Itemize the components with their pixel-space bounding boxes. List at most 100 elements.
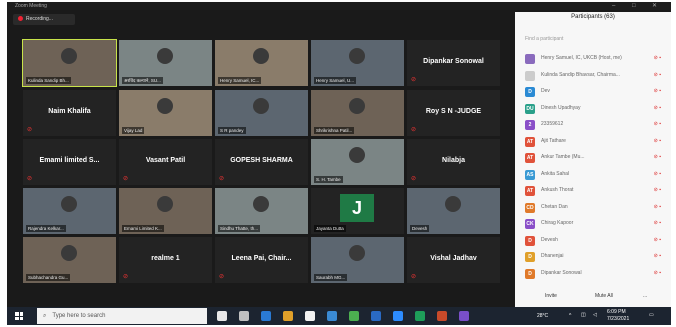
muted-mic-icon[interactable]: ⊘ ▪	[654, 187, 661, 193]
participant-row[interactable]: AT Ajit Tathare ⊘ ▪	[521, 135, 669, 149]
file-explorer-icon[interactable]	[283, 311, 293, 321]
participant-row[interactable]: Henry Samuel, IC, UKCB (Host, me) ⊘ ▪	[521, 52, 669, 66]
participant-name: Roy S N -JUDGE	[425, 108, 482, 115]
participant-row[interactable]: CK Chirag Kapoor ⊘ ▪	[521, 217, 669, 231]
muted-mic-icon[interactable]: ⊘ ▪	[654, 55, 661, 61]
video-tile[interactable]: J Jayanta Dutta	[311, 188, 404, 234]
video-tile[interactable]: Vijay Lad	[119, 90, 212, 136]
taskbar-search-input[interactable]: ⌕ Type here to search	[37, 308, 207, 324]
participant-row-name: 23359612	[541, 121, 564, 127]
notifications-icon[interactable]: ▭	[649, 312, 654, 318]
muted-mic-icon[interactable]: ⊘ ▪	[654, 270, 661, 276]
video-tile[interactable]: Dipankar Sonowal ⊘	[407, 40, 500, 86]
mail-icon[interactable]	[327, 311, 337, 321]
participant-caption: Shrikrishna Patil...	[314, 127, 355, 134]
muted-mic-icon[interactable]: ⊘ ▪	[654, 220, 661, 226]
clock-date[interactable]: 7/23/2021	[607, 316, 629, 322]
widgets-icon[interactable]	[239, 311, 249, 321]
participant-search-input[interactable]: Find a participant	[525, 36, 645, 45]
excel-icon[interactable]	[415, 311, 425, 321]
chrome-icon[interactable]	[349, 311, 359, 321]
muted-mic-icon[interactable]: ⊘ ▪	[654, 72, 661, 78]
muted-mic-icon[interactable]: ⊘ ▪	[654, 154, 661, 160]
participant-row[interactable]: AT Ankur Tambe (Mu... ⊘ ▪	[521, 151, 669, 165]
muted-mic-icon: ⊘	[123, 176, 129, 182]
volume-icon[interactable]: ◁	[593, 312, 597, 318]
clock-time[interactable]: 6:09 PM	[607, 309, 626, 315]
participant-row[interactable]: D Dhanenjai ⊘ ▪	[521, 250, 669, 264]
participant-row[interactable]: DU Dinesh Upadhyay ⊘ ▪	[521, 102, 669, 116]
video-tile[interactable]: Henry Samuel, IC...	[215, 40, 308, 86]
video-tile[interactable]: Vishal Jadhav ⊘	[407, 237, 500, 283]
participant-avatar: AS	[525, 169, 535, 180]
close-button[interactable]: ✕	[652, 2, 657, 10]
video-tile[interactable]: Roy S N -JUDGE ⊘	[407, 90, 500, 136]
muted-mic-icon[interactable]: ⊘ ▪	[654, 253, 661, 259]
more-button[interactable]: ...	[643, 293, 647, 299]
muted-mic-icon[interactable]: ⊘ ▪	[654, 121, 661, 127]
muted-mic-icon[interactable]: ⊘ ▪	[654, 171, 661, 177]
mute-all-button[interactable]: Mute All	[595, 293, 613, 299]
participants-footer: Invite Mute All ...	[515, 293, 671, 303]
video-tile[interactable]: Henry Samuel, U...	[311, 40, 404, 86]
muted-mic-icon[interactable]: ⊘ ▪	[654, 138, 661, 144]
participant-video	[349, 245, 365, 261]
participant-avatar	[525, 54, 535, 64]
video-tile[interactable]: GOPESH SHARMA ⊘	[215, 139, 308, 185]
teams-icon[interactable]	[459, 311, 469, 321]
video-tile[interactable]: Nilabja ⊘	[407, 139, 500, 185]
participant-row[interactable]: AT Ankush Thorat ⊘ ▪	[521, 184, 669, 198]
muted-mic-icon[interactable]: ⊘ ▪	[654, 105, 661, 111]
windows-start-icon[interactable]	[15, 312, 23, 320]
store-icon[interactable]	[305, 311, 315, 321]
participant-row[interactable]: D Devesh ⊘ ▪	[521, 234, 669, 248]
participant-row-name: Dipankar Sonowal	[541, 269, 582, 276]
invite-button[interactable]: Invite	[545, 293, 557, 299]
video-tile[interactable]: S. H. Tambe	[311, 139, 404, 185]
participant-row[interactable]: CD Chetan Dan ⊘ ▪	[521, 201, 669, 215]
muted-mic-icon[interactable]: ⊘ ▪	[654, 237, 661, 243]
video-tile[interactable]: Devesh	[407, 188, 500, 234]
muted-mic-icon[interactable]: ⊘ ▪	[654, 88, 661, 94]
participant-row[interactable]: 2 23359612 ⊘ ▪	[521, 118, 669, 132]
video-tile[interactable]: Shrikrishna Patil...	[311, 90, 404, 136]
video-tile[interactable]: Saurabh MG...	[311, 237, 404, 283]
video-tile[interactable]: Kulinda Sandip Bh...	[22, 39, 117, 87]
participant-row[interactable]: D Dipankar Sonowal ⊘ ▪	[521, 267, 669, 281]
video-tile[interactable]: Sindhu Thatte, th...	[215, 188, 308, 234]
tray-chevron-icon[interactable]: ^	[569, 313, 571, 319]
participant-caption: Jayanta Dutta	[314, 225, 346, 232]
muted-mic-icon[interactable]: ⊘ ▪	[654, 204, 661, 210]
video-tile[interactable]: Rajendra Kelkar...	[23, 188, 116, 234]
muted-mic-icon: ⊘	[27, 127, 33, 133]
video-tile[interactable]: Leena Pai, Chair... ⊘	[215, 237, 308, 283]
video-tile[interactable]: Subhachandra Gu...	[23, 237, 116, 283]
maximize-button[interactable]: □	[632, 2, 636, 10]
participant-row[interactable]: D Dev ⊘ ▪	[521, 85, 669, 99]
edge-icon[interactable]	[261, 311, 271, 321]
participant-name: Leena Pai, Chair...	[231, 255, 292, 262]
participant-row[interactable]: Kulinda Sandip Bhavsar, Chairma... ⊘ ▪	[521, 69, 669, 83]
powerpoint-icon[interactable]	[437, 311, 447, 321]
participant-avatar: D	[525, 87, 535, 97]
video-tile[interactable]: Vasant Patil ⊘	[119, 139, 212, 185]
video-tile[interactable]: Emami Limited K...	[119, 188, 212, 234]
participant-name: Vasant Patil	[145, 157, 186, 164]
video-tile[interactable]: S R pandey	[215, 90, 308, 136]
video-tile[interactable]: realme 1 ⊘	[119, 237, 212, 283]
participant-video	[253, 98, 269, 114]
task-view-icon[interactable]	[217, 311, 227, 321]
participant-row[interactable]: AS Ankita Sahal ⊘ ▪	[521, 168, 669, 182]
recording-indicator[interactable]: Recording...	[13, 14, 75, 25]
video-tile[interactable]: अरविंद कल्याने, SU...	[119, 40, 212, 86]
participant-name: Naim Khalifa	[48, 108, 91, 115]
weather-text[interactable]: 28°C	[537, 313, 548, 319]
video-tile[interactable]: Emami limited S... ⊘	[23, 139, 116, 185]
word-icon[interactable]	[371, 311, 381, 321]
network-icon[interactable]: ◫	[581, 312, 586, 318]
video-tile[interactable]: Naim Khalifa ⊘	[23, 90, 116, 136]
participant-avatar: CD	[525, 202, 535, 213]
zoom-icon[interactable]	[393, 311, 403, 321]
minimize-button[interactable]: –	[612, 2, 615, 10]
muted-mic-icon: ⊘	[411, 77, 417, 83]
